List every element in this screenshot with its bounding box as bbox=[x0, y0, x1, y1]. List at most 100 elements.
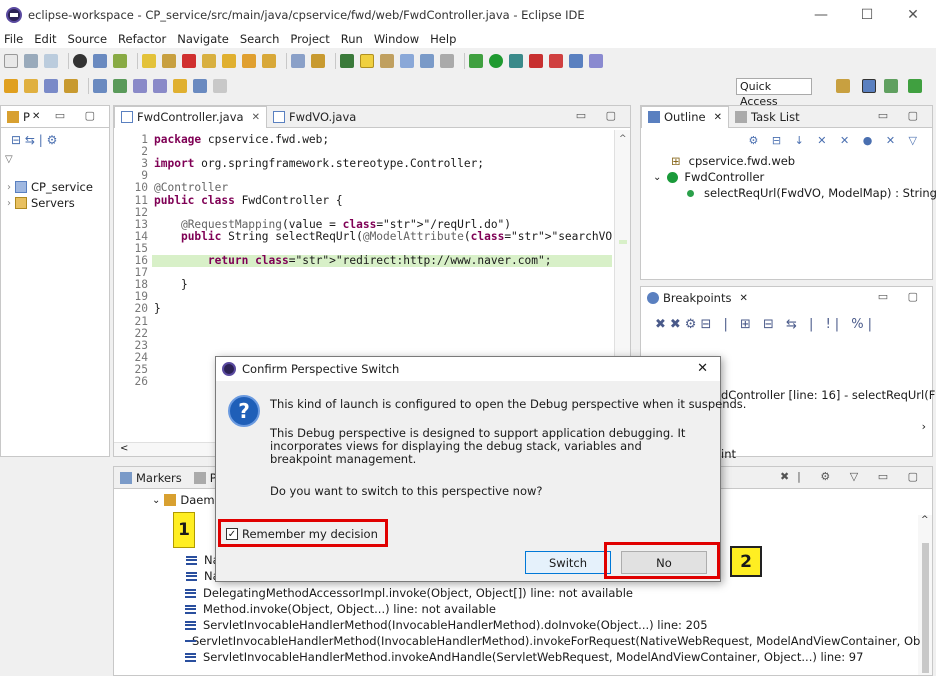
menu-source[interactable]: Source bbox=[68, 32, 108, 46]
resume-icon[interactable] bbox=[142, 54, 156, 68]
code-line[interactable]: return class="str">"redirect:http://www.… bbox=[154, 254, 552, 267]
tab-outline[interactable]: Outline ✕ bbox=[641, 105, 729, 128]
next-annotation-icon[interactable] bbox=[133, 79, 147, 93]
tab-fwdvo[interactable]: FwdVO.java bbox=[267, 106, 362, 128]
block-selection-icon[interactable] bbox=[400, 54, 414, 68]
back-icon[interactable] bbox=[193, 79, 207, 93]
open-task-icon[interactable] bbox=[44, 79, 58, 93]
code-line[interactable]: } bbox=[154, 279, 188, 291]
debug-scrollbar[interactable]: ^ bbox=[918, 515, 932, 675]
step-over-icon[interactable] bbox=[242, 54, 256, 68]
new-server-icon[interactable] bbox=[569, 54, 583, 68]
stack-frame[interactable]: ServletInvocableHandlerMethod.invokeAndH… bbox=[185, 650, 863, 664]
thread-icon bbox=[164, 494, 177, 506]
view-menu-icon[interactable]: ▽ bbox=[5, 154, 13, 165]
terminate-icon[interactable] bbox=[182, 54, 196, 68]
debug-minmax-controls[interactable]: ✖| ⚙ ▽ ▭ ▢ bbox=[780, 470, 926, 483]
dialog-close-button[interactable]: ✕ bbox=[697, 361, 708, 376]
save-icon[interactable] bbox=[24, 54, 38, 68]
forward-icon[interactable] bbox=[213, 79, 227, 93]
suspend-icon[interactable] bbox=[162, 54, 176, 68]
tree-item-servers[interactable]: › Servers bbox=[7, 196, 75, 210]
tab-task-list[interactable]: Task List bbox=[729, 106, 806, 128]
menu-file[interactable]: File bbox=[4, 32, 23, 46]
outline-class[interactable]: ⌄ FwdController bbox=[653, 170, 764, 184]
stack-frame[interactable]: ServletInvocableHandlerMethod(InvocableH… bbox=[185, 634, 920, 648]
mark-occurrences-icon[interactable] bbox=[380, 54, 394, 68]
editor-minmax-controls[interactable]: ▭ ▢ bbox=[576, 109, 624, 122]
view-minmax-controls[interactable]: ▭ ▢ bbox=[55, 109, 103, 122]
stack-frame[interactable]: DelegatingMethodAccessorImpl.invoke(Obje… bbox=[185, 586, 633, 600]
coverage-icon[interactable] bbox=[509, 54, 523, 68]
new-java-icon[interactable] bbox=[589, 54, 603, 68]
outline-method[interactable]: selectReqUrl(FwdVO, ModelMap) : String bbox=[687, 186, 936, 200]
code-line[interactable]: public String selectReqUrl(@ModelAttribu… bbox=[154, 230, 614, 243]
menu-run[interactable]: Run bbox=[341, 32, 363, 46]
code-line[interactable]: package cpservice.fwd.web; bbox=[154, 133, 329, 146]
last-edit-icon[interactable] bbox=[173, 79, 187, 93]
code-line[interactable]: import org.springframework.stereotype.Co… bbox=[154, 158, 484, 170]
menu-project[interactable]: Project bbox=[290, 32, 329, 46]
console-icon[interactable] bbox=[93, 54, 107, 68]
minimize-button[interactable]: — bbox=[798, 0, 844, 30]
collapse-all-icon[interactable]: ⊟ ⇆ | ⚙ bbox=[11, 133, 57, 147]
breakpoints-toolbar-icons[interactable]: ✖✖⚙⊟ | ⊞ ⊟ ⇆ | !| %| bbox=[655, 317, 876, 332]
step-return-icon[interactable] bbox=[262, 54, 276, 68]
outline-package[interactable]: ⊞ cpservice.fwd.web bbox=[671, 154, 795, 168]
word-wrap-icon[interactable] bbox=[420, 54, 434, 68]
save-all-icon[interactable] bbox=[44, 54, 58, 68]
highlight-icon[interactable] bbox=[360, 54, 374, 68]
run-to-line-icon[interactable] bbox=[311, 54, 325, 68]
outline-toolbar-icons[interactable]: ⚙ ⊟ ↓ ✕ ✕ ● ✕ ▽ bbox=[749, 134, 922, 147]
stop-icon[interactable] bbox=[529, 54, 543, 68]
close-tab-icon[interactable]: ✕ bbox=[252, 112, 260, 123]
open-perspective-icon[interactable] bbox=[340, 54, 354, 68]
tab-markers[interactable]: Markers bbox=[114, 467, 188, 489]
use-step-filters-icon[interactable] bbox=[291, 54, 305, 68]
debug-perspective-icon[interactable] bbox=[884, 79, 898, 93]
menu-search[interactable]: Search bbox=[240, 32, 280, 46]
switch-button[interactable]: Switch bbox=[525, 551, 611, 574]
menu-refactor[interactable]: Refactor bbox=[118, 32, 166, 46]
close-window-button[interactable]: ✕ bbox=[890, 0, 936, 30]
new-icon[interactable] bbox=[4, 54, 18, 68]
breakpoint-entry[interactable]: dController [line: 16] - selectReqUrl(Fw… bbox=[721, 388, 936, 402]
toggle-breadcrumb-icon[interactable] bbox=[113, 79, 127, 93]
tree-item-cp-service[interactable]: › CP_service bbox=[7, 180, 93, 194]
open-perspective-button-icon[interactable] bbox=[836, 79, 850, 93]
code-line[interactable]: public class FwdController { bbox=[154, 194, 343, 207]
line-number: 23 bbox=[134, 338, 148, 352]
show-whitespace-icon[interactable] bbox=[440, 54, 454, 68]
window-titlebar: eclipse-workspace - CP_service/src/main/… bbox=[0, 0, 936, 30]
tab-package-explorer[interactable]: P ✕ bbox=[1, 106, 46, 128]
open-type-icon[interactable] bbox=[24, 79, 38, 93]
menu-window[interactable]: Window bbox=[374, 32, 419, 46]
skip-breakpoints-icon[interactable] bbox=[113, 54, 127, 68]
open-folder-icon[interactable] bbox=[4, 79, 18, 93]
stack-frame[interactable]: Method.invoke(Object, Object...) line: n… bbox=[185, 602, 496, 616]
code-line[interactable]: } bbox=[154, 303, 161, 315]
tab-fwdcontroller[interactable]: FwdController.java ✕ bbox=[114, 105, 267, 128]
java-ee-perspective-icon[interactable] bbox=[862, 79, 876, 93]
external-tools-icon[interactable] bbox=[549, 54, 563, 68]
stack-frame[interactable]: ServletInvocableHandlerMethod(InvocableH… bbox=[185, 618, 708, 632]
previous-annotation-icon[interactable] bbox=[153, 79, 167, 93]
quick-access-input[interactable]: Quick Access bbox=[736, 78, 812, 108]
run-icon[interactable] bbox=[489, 54, 503, 68]
breakpoints-scroll-right[interactable]: › bbox=[922, 420, 926, 433]
step-into-icon[interactable] bbox=[222, 54, 236, 68]
search-icon[interactable] bbox=[64, 79, 78, 93]
outline-minmax-controls[interactable]: ▭ ▢ bbox=[878, 109, 926, 122]
disconnect-icon[interactable] bbox=[202, 54, 216, 68]
settings-icon[interactable] bbox=[73, 54, 87, 68]
menu-navigate[interactable]: Navigate bbox=[177, 32, 229, 46]
breakpoints-minmax-controls[interactable]: ▭ ▢ bbox=[878, 290, 926, 303]
debug-icon[interactable] bbox=[469, 54, 483, 68]
annotation-icon[interactable] bbox=[93, 79, 107, 93]
menu-help[interactable]: Help bbox=[430, 32, 456, 46]
java-perspective-icon[interactable] bbox=[908, 79, 922, 93]
tab-breakpoints[interactable]: Breakpoints ✕ bbox=[641, 287, 754, 309]
menu-edit[interactable]: Edit bbox=[34, 32, 56, 46]
debug-thread[interactable]: ⌄ Daem bbox=[152, 493, 215, 507]
maximize-button[interactable]: ☐ bbox=[844, 0, 890, 30]
